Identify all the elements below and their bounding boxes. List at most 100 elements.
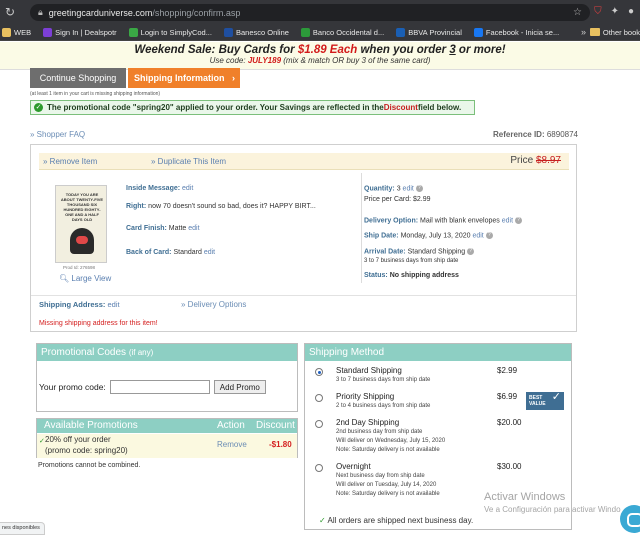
item-price: Price $8.97 <box>510 155 561 166</box>
check-icon: ✓ <box>39 438 45 445</box>
price-label: Price <box>510 155 534 166</box>
shipping-option-name: Priority Shipping <box>336 392 395 401</box>
shopper-faq-link[interactable]: » Shopper FAQ <box>30 130 85 139</box>
add-promo-button[interactable]: Add Promo <box>213 380 266 394</box>
sale-text: Weekend Sale: Buy Cards for <box>134 44 298 56</box>
reference-id: Reference ID: 6890874 <box>493 130 578 139</box>
chat-icon[interactable] <box>620 505 640 533</box>
url-path: /shopping/confirm.asp <box>152 7 241 18</box>
promo-codes-header: Promotional Codes (if any) <box>37 344 297 361</box>
shipping-option-detail: Note: Saturday delivery is not available <box>336 491 440 497</box>
bookmark-label: Banesco Online <box>235 27 289 37</box>
status-value: No shipping address <box>389 272 459 279</box>
bod-icon <box>300 27 310 37</box>
shipping-option-price: $30.00 <box>497 462 522 471</box>
help-icon[interactable]: ? <box>467 248 475 255</box>
shipping-option-detail: Will deliver on Tuesday, July 14, 2020 <box>336 482 437 488</box>
shipping-address: Shipping Address: edit <box>39 300 120 309</box>
shipping-option-name: Standard Shipping <box>336 366 402 375</box>
sale-text: or more! <box>455 44 506 56</box>
extensions-puzzle-icon[interactable]: ✦ <box>611 6 619 17</box>
dealspotr-icon <box>43 27 53 37</box>
shipping-option-detail: Next business day from ship date <box>336 473 425 479</box>
address-bar[interactable]: 🔒︎ greetingcarduniverse.com/shopping/con… <box>30 4 590 21</box>
help-icon[interactable]: ? <box>415 185 423 192</box>
large-view-link[interactable]: 🔍︎ Large View <box>59 274 111 283</box>
duplicate-item-link[interactable]: » Duplicate This Item <box>151 157 226 166</box>
promo-message-highlight: Discount <box>383 103 418 112</box>
promo-code-input[interactable] <box>109 380 210 394</box>
bookmark-item[interactable]: WEB <box>2 27 32 37</box>
quantity-value: 3 <box>396 185 401 193</box>
back-of-card-value: Standard <box>173 249 202 256</box>
column-divider <box>361 173 362 283</box>
delivery-options-link[interactable]: » Delivery Options <box>181 300 246 309</box>
activate-windows-sub: Ve a Configuración para activar Windo <box>484 505 621 514</box>
back-of-card-edit[interactable]: edit <box>204 249 215 256</box>
sale-code-line: Use code: JULY189 (mix & match OR buy 3 … <box>0 56 640 65</box>
bookmark-label: Sign In | Dealspotr <box>55 27 117 37</box>
quantity-edit[interactable]: edit <box>403 185 414 192</box>
bookmark-item[interactable]: BBVA Provincial <box>396 27 462 37</box>
bookmark-star-icon[interactable]: ☆ <box>573 7 582 18</box>
shipping-information-button[interactable]: Shipping Information › <box>128 68 240 88</box>
delivery-option-edit[interactable]: edit <box>502 217 513 224</box>
shipping-option-detail: 2 to 4 business days from ship date <box>336 403 431 409</box>
quantity-label: Quantity: <box>364 185 395 193</box>
card-thumbnail[interactable]: TODAY YOU ARE ABOUT TWENTY-FIVE THOUSAND… <box>55 185 107 263</box>
reload-icon[interactable]: ↻ <box>0 5 20 19</box>
card-finish-edit[interactable]: edit <box>188 225 199 232</box>
shipping-option-price: $6.99 <box>497 392 518 401</box>
available-promotions-panel: Available Promotions Action Discount ✓ 2… <box>36 418 298 458</box>
promo-message-text: The promotional code "spring20" applied … <box>47 103 384 112</box>
price-value: $8.97 <box>535 155 561 166</box>
help-icon[interactable]: ? <box>485 232 493 239</box>
delivery-option: Delivery Option: Mail with blank envelop… <box>364 217 522 224</box>
inside-message-edit[interactable]: edit <box>182 185 193 192</box>
bookmark-item[interactable]: Banesco Online <box>223 27 289 37</box>
other-bookmarks[interactable]: Other book <box>589 28 640 37</box>
profile-icon[interactable]: ● <box>628 6 634 17</box>
ship-date: Ship Date: Monday, July 13, 2020 edit ? <box>364 232 493 239</box>
sale-price: $1.89 Each <box>297 44 358 56</box>
shipping-address-edit[interactable]: edit <box>107 300 119 309</box>
extension-shield-icon[interactable]: ⛉ <box>594 6 602 17</box>
sale-banner: Weekend Sale: Buy Cards for $1.89 Each w… <box>0 42 640 70</box>
shipping-radio[interactable] <box>315 368 323 376</box>
bookmarks-more-icon[interactable]: » <box>581 27 586 37</box>
bookmark-item[interactable]: Sign In | Dealspotr <box>43 27 117 37</box>
inside-message: Inside Message: edit <box>126 185 193 192</box>
promotions-note: Promotions cannot be combined. <box>38 462 141 469</box>
shipping-address-label: Shipping Address: <box>39 300 106 309</box>
sale-code: JULY189 <box>247 56 282 65</box>
bookmark-label: WEB <box>14 27 32 37</box>
sale-code-label: Use code: <box>209 56 248 65</box>
cupcake-image <box>70 228 94 254</box>
product-id: Prod Id: 276598 <box>63 265 96 270</box>
shipping-option-price: $20.00 <box>497 418 522 427</box>
cart-divider <box>31 295 576 296</box>
bookmark-item[interactable]: Facebook - Inicia se... <box>473 27 559 37</box>
promotion-code: (promo code: spring20) <box>45 446 128 455</box>
bookmark-item[interactable]: Banco Occidental d... <box>300 27 384 37</box>
sale-headline: Weekend Sale: Buy Cards for $1.89 Each w… <box>0 42 640 56</box>
remove-promotion-link[interactable]: Remove <box>217 440 247 449</box>
continue-shopping-button[interactable]: Continue Shopping <box>30 68 126 88</box>
right-message: Right: now 70 doesn't sound so bad, does… <box>126 203 316 210</box>
help-icon[interactable]: ? <box>515 217 522 224</box>
promo-applied-message: ✓ The promotional code "spring20" applie… <box>30 100 475 115</box>
item-status: Status: No shipping address <box>364 272 459 279</box>
shipping-option-detail: 2nd business day from ship date <box>336 429 423 435</box>
cart-item-header: » Remove Item » Duplicate This Item Pric… <box>39 153 569 170</box>
activate-windows-title: Activar Windows <box>484 491 566 503</box>
card-finish-label: Card Finish: <box>126 225 167 232</box>
shipping-radio[interactable] <box>315 464 323 472</box>
remove-item-link[interactable]: » Remove Item <box>43 157 97 166</box>
shipping-radio[interactable] <box>315 394 323 402</box>
bookmark-item[interactable]: Login to SimplyCod... <box>128 27 212 37</box>
reference-value: 6890874 <box>546 130 578 139</box>
right-value: now 70 doesn't sound so bad, does it? HA… <box>148 203 316 210</box>
ship-date-edit[interactable]: edit <box>472 232 483 239</box>
shipping-radio[interactable] <box>315 420 323 428</box>
available-promotions-header: Available Promotions Action Discount <box>37 419 297 433</box>
